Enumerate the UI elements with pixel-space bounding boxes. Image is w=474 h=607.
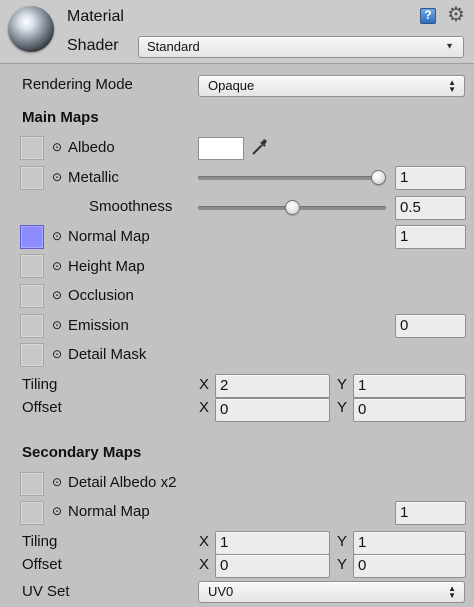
texture-picker-icon: ⊙ <box>52 170 63 184</box>
height-map-texture-slot[interactable] <box>20 254 44 278</box>
texture-picker-icon: ⊙ <box>52 288 63 302</box>
emission-value-field[interactable]: 0 <box>395 314 466 338</box>
rendering-mode-dropdown[interactable]: Opaque ▲ ▼ <box>198 75 465 97</box>
metallic-slider[interactable] <box>198 166 386 190</box>
detail-albedo-texture-slot[interactable] <box>20 472 44 496</box>
main-offset-x-label: X <box>199 399 210 416</box>
albedo-texture-slot[interactable] <box>20 136 44 160</box>
detail-albedo-label: ⊙ Detail Albedo x2 <box>52 474 177 491</box>
eyedropper-icon[interactable] <box>249 136 271 158</box>
smoothness-slider[interactable] <box>198 196 386 220</box>
secondary-tiling-y-field[interactable]: 1 <box>353 531 466 555</box>
texture-picker-icon: ⊙ <box>52 475 63 489</box>
emission-texture-slot[interactable] <box>20 314 44 338</box>
shader-label: Shader <box>67 37 119 54</box>
secondary-offset-x-field[interactable]: 0 <box>215 554 330 578</box>
rendering-mode-label: Rendering Mode <box>22 76 133 93</box>
metallic-value-field[interactable]: 1 <box>395 166 466 190</box>
detail-mask-label: ⊙ Detail Mask <box>52 346 147 363</box>
secondary-maps-title: Secondary Maps <box>22 444 142 461</box>
slider-thumb[interactable] <box>284 200 300 215</box>
material-header: Material Shader Standard ▼ ? ⚙ <box>0 0 474 64</box>
secondary-offset-label: Offset <box>22 556 62 573</box>
main-tiling-x-label: X <box>199 376 210 393</box>
uv-set-dropdown[interactable]: UV0 ▲ ▼ <box>198 581 465 603</box>
main-offset-y-field[interactable]: 0 <box>353 398 466 422</box>
height-map-label: ⊙ Height Map <box>52 258 145 275</box>
secondary-tiling-label: Tiling <box>22 533 58 550</box>
updown-arrow-icon: ▲ ▼ <box>448 78 456 94</box>
texture-picker-icon: ⊙ <box>52 140 63 154</box>
texture-picker-icon: ⊙ <box>52 347 63 361</box>
secondary-tiling-x-field[interactable]: 1 <box>215 531 330 555</box>
main-tiling-label: Tiling <box>22 376 58 393</box>
main-maps-title: Main Maps <box>22 109 99 126</box>
shader-value: Standard <box>147 39 200 54</box>
main-offset-label: Offset <box>22 399 62 416</box>
updown-arrow-icon: ▲ ▼ <box>448 584 456 600</box>
main-tiling-x-field[interactable]: 2 <box>215 374 330 398</box>
smoothness-label: Smoothness <box>89 198 173 215</box>
metallic-label: ⊙ Metallic <box>52 169 119 186</box>
emission-label: ⊙ Emission <box>52 317 129 334</box>
uv-set-label: UV Set <box>22 583 70 600</box>
texture-picker-icon: ⊙ <box>52 229 63 243</box>
gear-icon[interactable]: ⚙ <box>446 5 466 26</box>
secondary-normal-map-value-field[interactable]: 1 <box>395 501 466 525</box>
albedo-label: ⊙ Albedo <box>52 139 115 156</box>
rendering-mode-value: Opaque <box>208 78 255 93</box>
main-tiling-y-field[interactable]: 1 <box>353 374 466 398</box>
metallic-texture-slot[interactable] <box>20 166 44 190</box>
secondary-offset-y-field[interactable]: 0 <box>353 554 466 578</box>
material-title: Material <box>67 8 124 25</box>
secondary-offset-y-label: Y <box>337 556 348 573</box>
texture-picker-icon: ⊙ <box>52 504 63 518</box>
secondary-offset-x-label: X <box>199 556 210 573</box>
help-book-icon[interactable]: ? <box>420 8 436 24</box>
chevron-down-icon: ▼ <box>445 41 454 51</box>
secondary-normal-map-label: ⊙ Normal Map <box>52 503 150 520</box>
material-inspector: Material Shader Standard ▼ ? ⚙ Rendering… <box>0 0 474 607</box>
slider-thumb[interactable] <box>371 170 386 185</box>
texture-picker-icon: ⊙ <box>52 318 63 332</box>
secondary-tiling-y-label: Y <box>337 533 348 550</box>
detail-mask-texture-slot[interactable] <box>20 343 44 367</box>
material-preview-sphere-icon <box>8 6 54 52</box>
secondary-tiling-x-label: X <box>199 533 210 550</box>
occlusion-texture-slot[interactable] <box>20 284 44 308</box>
main-offset-y-label: Y <box>337 399 348 416</box>
uv-set-value: UV0 <box>208 584 234 599</box>
main-tiling-y-label: Y <box>337 376 348 393</box>
smoothness-value-field[interactable]: 0.5 <box>395 196 466 220</box>
secondary-normal-map-texture-slot[interactable] <box>20 501 44 525</box>
texture-picker-icon: ⊙ <box>52 259 63 273</box>
normal-map-label: ⊙ Normal Map <box>52 228 150 245</box>
occlusion-label: ⊙ Occlusion <box>52 287 134 304</box>
normal-map-value-field[interactable]: 1 <box>395 225 466 249</box>
albedo-color-swatch[interactable] <box>198 137 244 160</box>
slider-track <box>198 176 386 180</box>
shader-dropdown[interactable]: Standard ▼ <box>138 36 464 58</box>
normal-map-texture-slot[interactable] <box>20 225 44 249</box>
main-offset-x-field[interactable]: 0 <box>215 398 330 422</box>
